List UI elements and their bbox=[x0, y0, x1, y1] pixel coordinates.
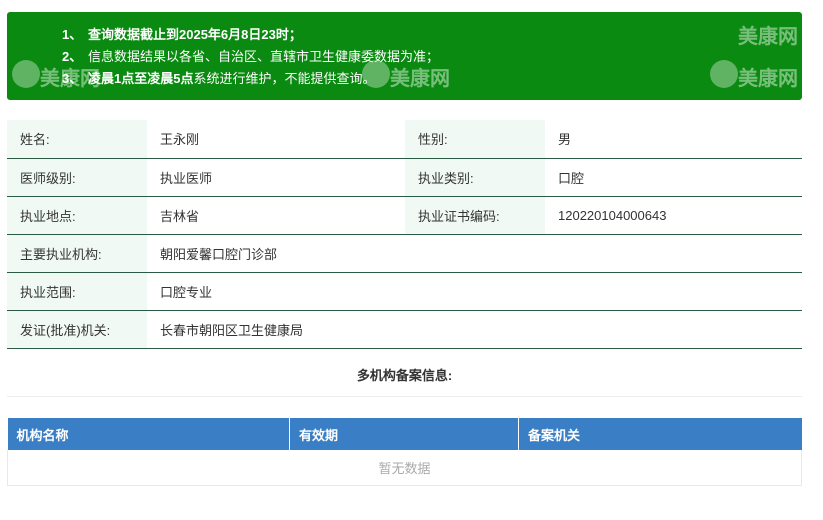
institution-label: 主要执业机构: bbox=[7, 234, 147, 273]
gender-value: 男 bbox=[545, 120, 802, 159]
multi-institution-title: 多机构备案信息: bbox=[7, 356, 802, 397]
name-value: 王永刚 bbox=[147, 120, 405, 159]
location-label: 执业地点: bbox=[7, 196, 147, 235]
doctor-info-table: 姓名: 王永刚 性别: 男 医师级别: 执业医师 执业类别: 口腔 执业地点: … bbox=[7, 120, 802, 349]
column-header-institution: 机构名称 bbox=[7, 418, 290, 450]
notice-text-bold: 凌晨1点至凌晨5点 bbox=[88, 71, 194, 86]
column-header-validity: 有效期 bbox=[289, 418, 519, 450]
level-label: 医师级别: bbox=[7, 158, 147, 197]
multi-institution-table: 机构名称 有效期 备案机关 暂无数据 bbox=[7, 418, 802, 486]
column-header-authority: 备案机关 bbox=[518, 418, 802, 450]
table-row: 执业地点: 吉林省 执业证书编码: 120220104000643 bbox=[7, 196, 802, 235]
table-row: 暂无数据 bbox=[7, 450, 802, 486]
notice-number: 1、 bbox=[62, 27, 83, 42]
scope-value: 口腔专业 bbox=[147, 272, 802, 311]
category-label: 执业类别: bbox=[405, 158, 545, 197]
notice-text: 信息数据结果以各省、自治区、直辖市卫生健康委数据为准； bbox=[88, 49, 440, 64]
watermark-text: 美康网 bbox=[40, 68, 100, 90]
institution-value: 朝阳爱馨口腔门诊部 bbox=[147, 234, 802, 273]
table-header-row: 机构名称 有效期 备案机关 bbox=[7, 418, 802, 450]
notice-line-1: 1、 查询数据截止到2025年6月8日23时； bbox=[62, 24, 802, 46]
location-value: 吉林省 bbox=[147, 196, 405, 235]
watermark-clover-icon bbox=[12, 60, 40, 88]
table-row: 姓名: 王永刚 性别: 男 bbox=[7, 120, 802, 159]
notice-text: 查询数据截止到2025年6月8日23时； bbox=[88, 27, 302, 42]
table-row: 发证(批准)机关: 长春市朝阳区卫生健康局 bbox=[7, 310, 802, 349]
category-value: 口腔 bbox=[545, 158, 802, 197]
issuer-value: 长春市朝阳区卫生健康局 bbox=[147, 310, 802, 349]
scope-label: 执业范围: bbox=[7, 272, 147, 311]
cert-label: 执业证书编码: bbox=[405, 196, 545, 235]
level-value: 执业医师 bbox=[147, 158, 405, 197]
name-label: 姓名: bbox=[7, 120, 147, 159]
watermark-text: 美康网 bbox=[738, 68, 798, 90]
watermark-clover-icon bbox=[362, 60, 390, 88]
notice-text: 系统进行维护，不能提供查询。 bbox=[193, 71, 376, 86]
watermark-clover-icon bbox=[710, 60, 738, 88]
table-row: 执业范围: 口腔专业 bbox=[7, 272, 802, 311]
empty-data-text: 暂无数据 bbox=[7, 450, 802, 486]
watermark-text: 美康网 bbox=[390, 68, 450, 90]
cert-value: 120220104000643 bbox=[545, 196, 802, 235]
watermark-text: 美康网 bbox=[738, 26, 798, 48]
gender-label: 性别: bbox=[405, 120, 545, 159]
table-row: 医师级别: 执业医师 执业类别: 口腔 bbox=[7, 158, 802, 197]
table-row: 主要执业机构: 朝阳爱馨口腔门诊部 bbox=[7, 234, 802, 273]
issuer-label: 发证(批准)机关: bbox=[7, 310, 147, 349]
